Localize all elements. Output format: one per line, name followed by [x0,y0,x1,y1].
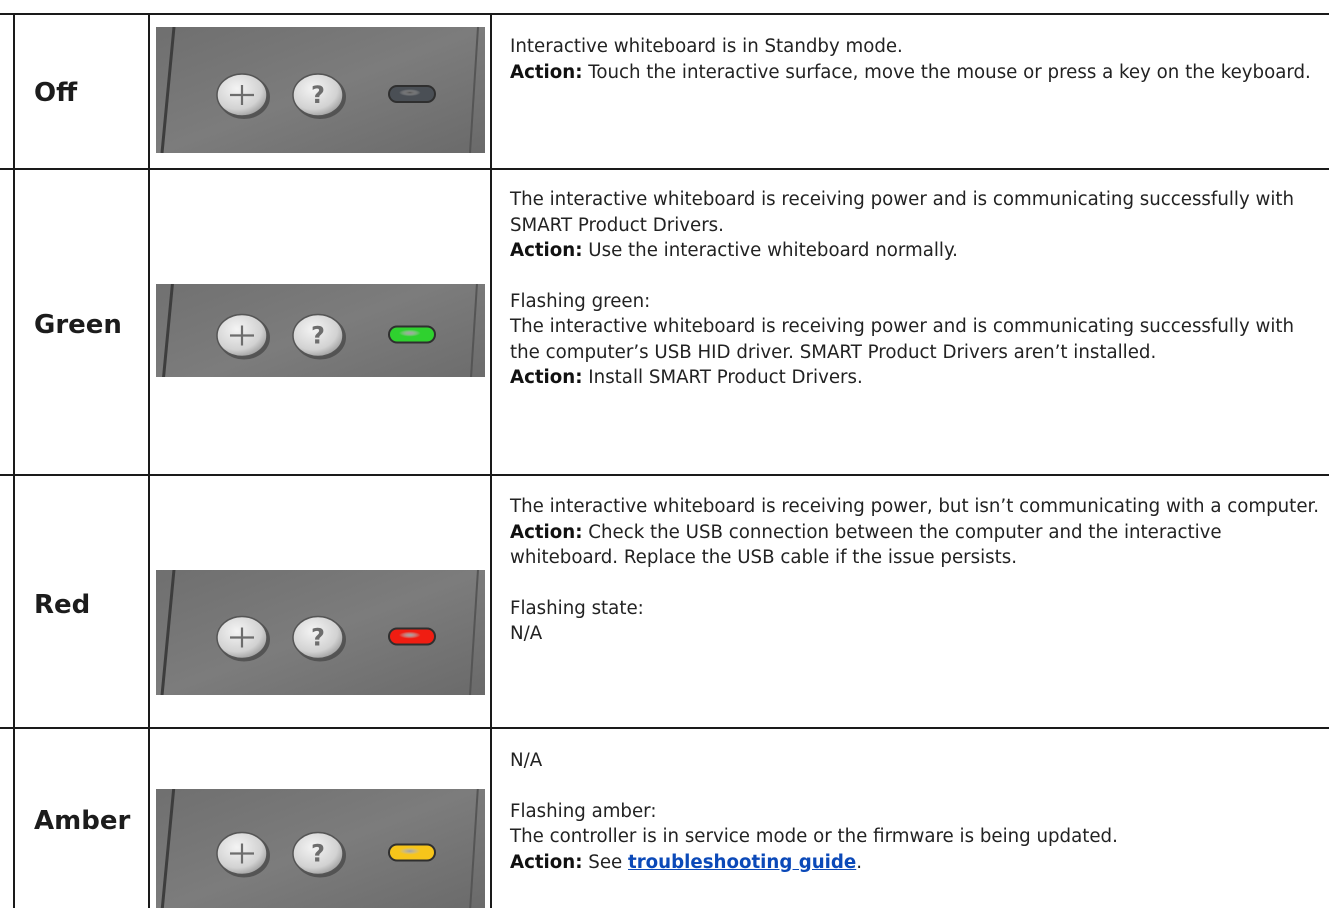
description-line: The controller is in service mode or the… [510,826,1118,847]
row-description-green: The interactive whiteboard is receiving … [510,187,1322,391]
action-line: Action: Touch the interactive surface, m… [510,61,1311,83]
description-line: The interactive whiteboard is receiving … [510,189,1295,236]
status-light-table: Off Green Red Amber ? ? ? ? Interactive … [0,0,1329,908]
svg-text:?: ? [311,322,325,350]
row-description-off: Interactive whiteboard is in Standby mod… [510,34,1322,85]
table-rule [0,727,1329,729]
status-led-icon [388,627,436,646]
pen-tray-photo-off: ? [156,27,485,153]
description-line: The interactive whiteboard is receiving … [510,316,1295,363]
table-rule [148,13,150,908]
table-rule [490,13,492,908]
pen-tray-photo-amber: ? [156,789,485,908]
table-rule [13,13,15,908]
action-line: Action: Use the interactive whiteboard n… [510,240,958,261]
status-led-icon [388,325,436,344]
description-line: The interactive whiteboard is receiving … [510,496,1320,517]
row-label-off: Off [34,78,78,108]
table-rule [0,474,1329,476]
description-line: Interactive whiteboard is in Standby mod… [510,36,903,57]
action-line: Action: Check the USB connection between… [510,521,1222,569]
row-description-red: The interactive whiteboard is receiving … [510,494,1322,647]
flashing-title: Flashing green: [510,290,651,312]
pen-tray-photo-green: ? [156,284,485,377]
action-line: Action: See troubleshooting guide. [510,851,863,873]
description-line: N/A [510,623,543,644]
row-label-amber: Amber [34,806,131,836]
row-label-red: Red [34,590,91,620]
pen-tray-photo-red: ? [156,570,485,695]
svg-text:?: ? [311,840,325,868]
flashing-title: Flashing amber: [510,800,657,822]
row-description-amber: N/A Flashing amber: The controller is in… [510,748,1322,875]
flashing-title: Flashing state: [510,597,644,619]
row-label-green: Green [34,310,122,340]
action-line: Action: Install SMART Product Drivers. [510,367,863,388]
description-line: N/A [510,750,543,771]
svg-text:?: ? [311,81,325,109]
troubleshooting-guide-link[interactable]: troubleshooting guide [628,852,856,873]
status-led-icon [388,843,436,862]
status-led-icon [388,85,436,103]
table-rule [0,168,1329,170]
table-rule [0,13,1329,15]
svg-text:?: ? [311,624,325,652]
